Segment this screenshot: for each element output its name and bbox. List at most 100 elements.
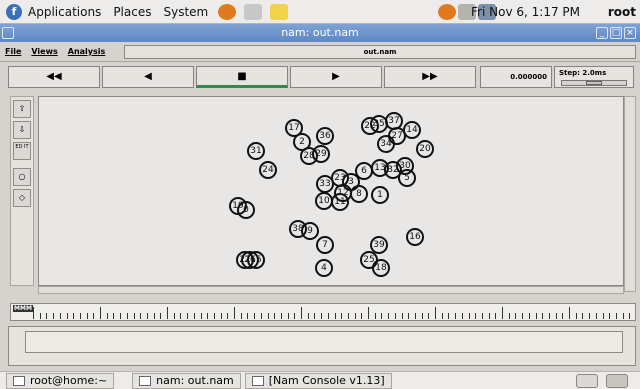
firefox-icon[interactable] [218, 3, 237, 20]
stop-button[interactable]: ■ [196, 66, 288, 88]
user-name[interactable]: root [608, 5, 636, 19]
timeline-tick [575, 313, 577, 319]
zoom-in-icon[interactable]: ⇧ [13, 100, 31, 118]
timeline-tick [200, 313, 202, 319]
node[interactable]: 31 [247, 142, 265, 160]
timeline-tick [354, 313, 356, 319]
horizontal-scrollbar[interactable] [38, 286, 624, 294]
timeline-tick [528, 313, 530, 319]
timeline-tick [388, 313, 390, 319]
timeline-tick [53, 313, 55, 319]
tool-panel: ⇧ ⇩ ED IT ○ ◇ [10, 96, 34, 286]
timeline-tick [267, 313, 269, 319]
menu-system[interactable]: System [157, 5, 214, 19]
node[interactable]: 29 [312, 145, 330, 163]
window-menu-icon[interactable] [2, 27, 14, 39]
node[interactable]: 3 [342, 173, 360, 191]
node[interactable]: 16 [406, 228, 424, 246]
timeline-tick [46, 313, 48, 319]
zoom-out-icon[interactable]: ⇩ [13, 121, 31, 139]
node[interactable]: 34 [377, 135, 395, 153]
step-slider[interactable] [561, 80, 627, 86]
window-icon [251, 375, 264, 386]
timeline-tick [301, 307, 302, 319]
node[interactable]: 4 [315, 259, 333, 277]
node[interactable]: 21 [236, 251, 254, 269]
clock[interactable]: Fri Nov 6, 1:17 PM [471, 5, 580, 19]
trash-icon[interactable] [606, 373, 628, 388]
step-slider-thumb[interactable] [586, 81, 602, 85]
edit-icon[interactable] [270, 3, 289, 20]
node[interactable]: 36 [316, 127, 334, 145]
task-nam-console[interactable]: [Nam Console v1.13] [244, 372, 392, 389]
annotation-list[interactable] [25, 331, 623, 353]
timeline-tick [39, 313, 41, 319]
task-terminal[interactable]: root@home:~ [6, 372, 115, 389]
minimize-icon[interactable]: _ [596, 27, 608, 39]
timeline-tick [247, 313, 249, 319]
edit-mode-icon[interactable]: ED IT [13, 142, 31, 160]
node[interactable]: 1 [371, 186, 389, 204]
timeline-tick [167, 307, 168, 319]
timeline-tick [120, 313, 122, 319]
menu-analysis[interactable]: Analysis [63, 47, 111, 56]
timeline-tick [280, 313, 282, 319]
node[interactable]: 5 [398, 169, 416, 187]
step-back-button[interactable]: ◀ [102, 66, 194, 88]
update-icon[interactable] [438, 3, 456, 20]
timeline-tick [589, 313, 591, 319]
task-nam-window[interactable]: nam: out.nam [132, 372, 241, 389]
file-name-display: out.nam [124, 45, 636, 59]
timeline-tick [609, 313, 611, 319]
timeline-tick [394, 313, 396, 319]
vertical-scrollbar[interactable] [624, 96, 636, 292]
node[interactable]: 0 [237, 201, 255, 219]
network-canvas[interactable]: 17 36 2 28 29 31 24 37 22 35 14 27 34 20… [38, 96, 624, 286]
diamond-tool-icon[interactable]: ◇ [13, 189, 31, 207]
circle-tool-icon[interactable]: ○ [13, 168, 31, 186]
node[interactable]: 11 [331, 193, 349, 211]
node[interactable]: 24 [259, 161, 277, 179]
fast-forward-button[interactable]: ▶▶ [384, 66, 476, 88]
task-label: nam: out.nam [156, 373, 234, 387]
node[interactable]: 10 [315, 192, 333, 210]
mail-icon[interactable] [244, 3, 263, 20]
play-button[interactable]: ▶ [290, 66, 382, 88]
close-icon[interactable]: × [624, 27, 636, 39]
timeline-tick [314, 313, 316, 319]
timeline-tick [515, 313, 517, 319]
timeline-tick [428, 313, 430, 319]
menu-views[interactable]: Views [26, 47, 62, 56]
timeline-tick [347, 313, 349, 319]
menu-file[interactable]: File [0, 47, 26, 56]
window-icon [139, 375, 152, 386]
node[interactable]: 7 [316, 236, 334, 254]
node[interactable]: 35 [370, 115, 388, 133]
timeline-tick [220, 313, 222, 319]
timeline-tick [488, 313, 490, 319]
timeline-tick [421, 313, 423, 319]
timeline-tick [260, 313, 262, 319]
show-desktop-icon[interactable] [576, 373, 598, 388]
rewind-button[interactable]: ◀◀ [8, 66, 100, 88]
timeline-tick [234, 307, 235, 319]
timeline-tick [327, 313, 329, 319]
menu-applications[interactable]: Applications [22, 5, 107, 19]
node[interactable]: 20 [416, 140, 434, 158]
timeline-slider[interactable]: MMM [10, 303, 636, 321]
foot-icon[interactable]: f [6, 3, 22, 20]
timeline-tick [321, 313, 323, 319]
timeline-tick [100, 307, 101, 319]
task-label: [Nam Console v1.13] [268, 373, 385, 387]
timeline-tick [569, 307, 570, 319]
maximize-icon[interactable]: □ [610, 27, 622, 39]
timeline-label: MMM [13, 305, 33, 312]
timeline-tick [33, 307, 34, 319]
menu-places[interactable]: Places [107, 5, 157, 19]
timeline-tick [448, 313, 450, 319]
timeline-tick [341, 313, 343, 319]
timeline-tick [615, 313, 617, 319]
timeline-tick [140, 313, 142, 319]
node[interactable]: 18 [372, 259, 390, 277]
node[interactable]: 9 [301, 222, 319, 240]
